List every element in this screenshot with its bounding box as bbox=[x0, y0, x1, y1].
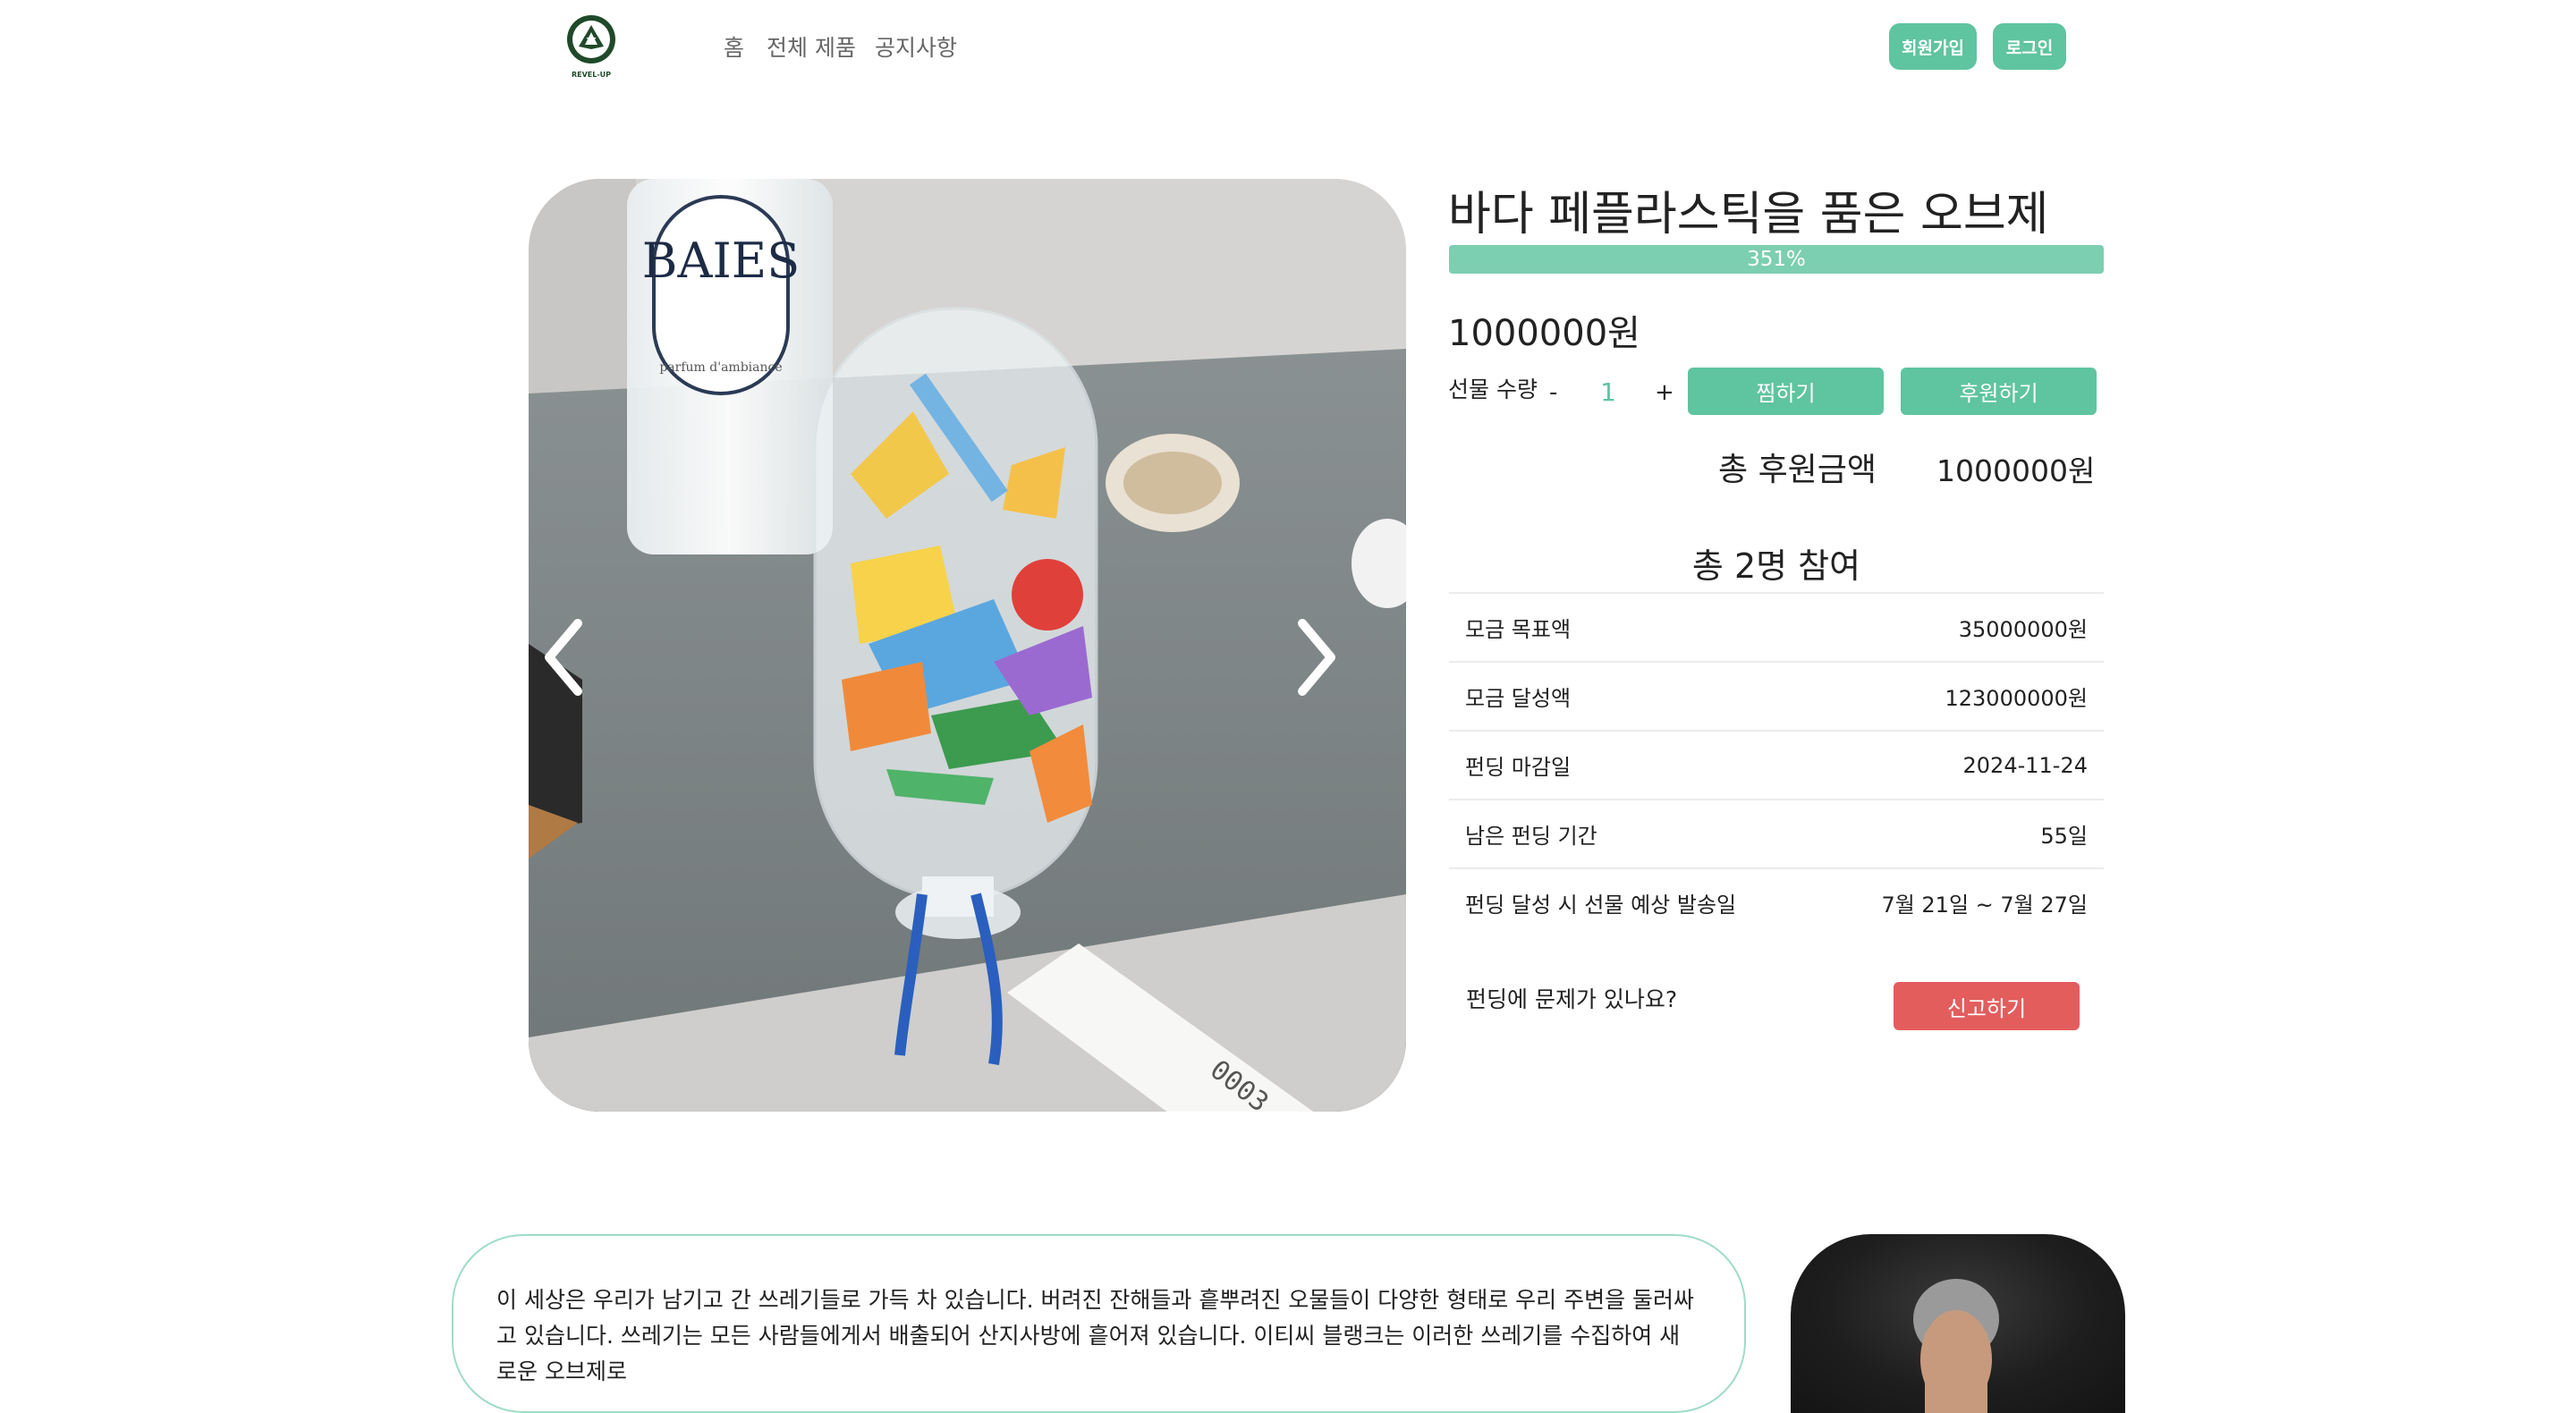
nav-notice[interactable]: 공지사항 bbox=[875, 30, 957, 63]
info-value: 2024-11-24 bbox=[1962, 752, 2088, 778]
report-button[interactable]: 신고하기 bbox=[1894, 982, 2080, 1030]
info-label: 모금 달성액 bbox=[1465, 686, 1572, 711]
product-price: 1000000원 bbox=[1448, 313, 1640, 354]
chevron-left-icon bbox=[545, 619, 582, 696]
carousel-prev-button[interactable] bbox=[538, 613, 592, 702]
signup-button[interactable]: 회원가입 bbox=[1889, 23, 1977, 70]
recycle-logo-icon: REVEL-UP bbox=[567, 15, 615, 79]
nav-all-products[interactable]: 전체 제품 bbox=[767, 30, 856, 63]
funding-progress-bar: 351% bbox=[1449, 245, 2104, 274]
login-button[interactable]: 로그인 bbox=[1993, 23, 2066, 70]
product-photo-illustration: BAIES parfum d'ambiance 0003 bbox=[529, 179, 1406, 1112]
svg-text:BAIES: BAIES bbox=[642, 233, 800, 289]
info-label: 펀딩 마감일 bbox=[1465, 755, 1572, 780]
nav-home[interactable]: 홈 bbox=[724, 30, 744, 63]
info-value: 35000000원 bbox=[1958, 617, 2088, 642]
info-label: 펀딩 달성 시 선물 예상 발송일 bbox=[1465, 893, 1737, 918]
info-value: 7월 21일 ~ 7월 27일 bbox=[1881, 893, 2088, 918]
svg-text:REVEL-UP: REVEL-UP bbox=[572, 71, 611, 79]
quantity-label: 선물 수량 bbox=[1448, 377, 1538, 402]
report-question: 펀딩에 문제가 있나요? bbox=[1466, 986, 1678, 1012]
info-row-achieved: 모금 달성액 123000000원 bbox=[1449, 661, 2104, 730]
quantity-increase-button[interactable]: + bbox=[1655, 379, 1674, 406]
avatar-photo bbox=[1913, 1279, 1999, 1413]
info-row-remaining: 남은 펀딩 기간 55일 bbox=[1449, 799, 2104, 867]
funding-info-table: 모금 목표액 35000000원 모금 달성액 123000000원 펀딩 마감… bbox=[1449, 592, 2104, 936]
description-text: 이 세상은 우리가 남기고 간 쓰레기들로 가득 차 있습니다. 버려진 잔해들… bbox=[496, 1287, 1695, 1384]
carousel-next-button[interactable] bbox=[1288, 613, 1342, 702]
info-value: 123000000원 bbox=[1945, 686, 2088, 711]
wish-button[interactable]: 찜하기 bbox=[1688, 368, 1884, 415]
quantity-decrease-button[interactable]: - bbox=[1549, 379, 1557, 406]
chevron-right-icon bbox=[1298, 619, 1335, 696]
quantity-value: 1 bbox=[1600, 377, 1616, 407]
progress-label: 351% bbox=[1747, 248, 1806, 271]
info-value: 55일 bbox=[2040, 824, 2088, 849]
creator-avatar bbox=[1791, 1234, 2125, 1413]
info-row-shipping: 펀딩 달성 시 선물 예상 발송일 7월 21일 ~ 7월 27일 bbox=[1449, 867, 2104, 936]
product-image: BAIES parfum d'ambiance 0003 bbox=[529, 179, 1406, 1112]
svg-text:parfum d'ambiance: parfum d'ambiance bbox=[659, 360, 782, 375]
logo[interactable]: REVEL-UP bbox=[562, 13, 621, 80]
participant-count: 총 2명 참여 bbox=[1691, 546, 1861, 586]
total-amount-label: 총 후원금액 bbox=[1718, 452, 1877, 488]
description-box: 이 세상은 우리가 남기고 간 쓰레기들로 가득 차 있습니다. 버려진 잔해들… bbox=[452, 1234, 1746, 1413]
info-label: 남은 펀딩 기간 bbox=[1465, 824, 1597, 849]
info-row-deadline: 펀딩 마감일 2024-11-24 bbox=[1449, 730, 2104, 799]
product-title: 바다 페플라스틱을 품은 오브제 bbox=[1448, 188, 2049, 241]
info-row-goal: 모금 목표액 35000000원 bbox=[1449, 592, 2104, 661]
info-label: 모금 목표액 bbox=[1465, 617, 1572, 642]
total-amount-value: 1000000원 bbox=[1936, 453, 2096, 488]
support-button[interactable]: 후원하기 bbox=[1901, 368, 2097, 415]
